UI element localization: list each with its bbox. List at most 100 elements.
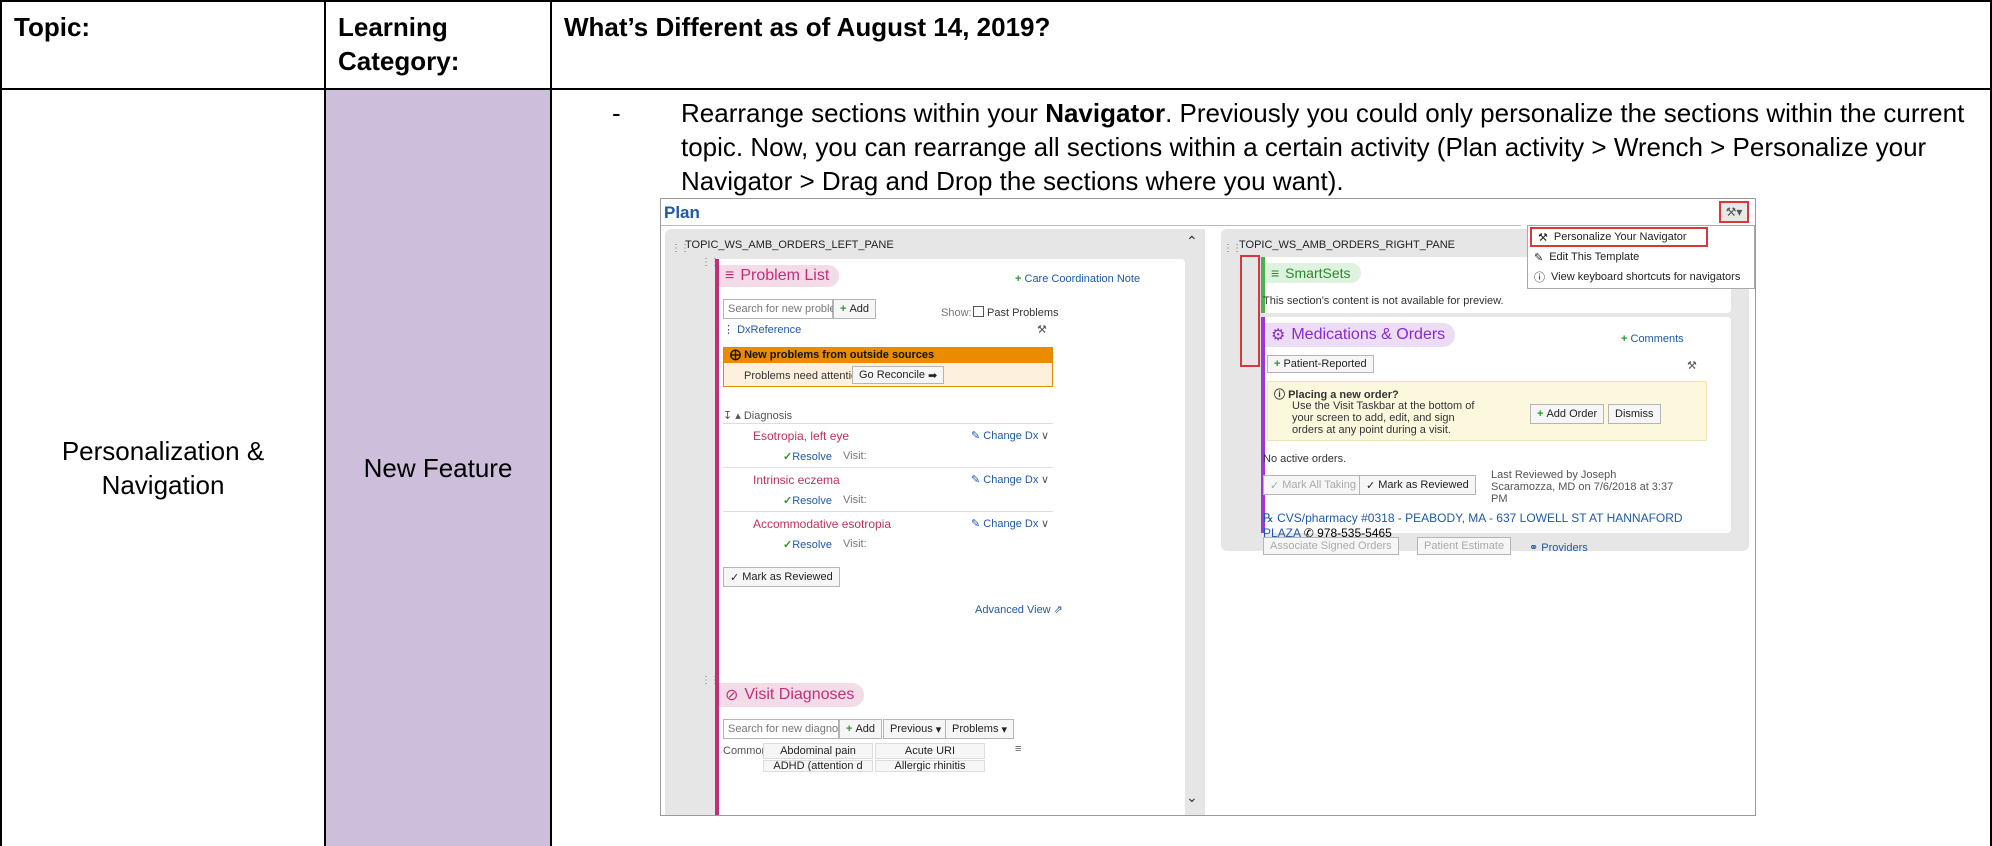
mark-all-taking-button[interactable]: ✓ Mark All Taking: [1263, 475, 1363, 495]
placing-order-message: Use the Visit Taskbar at the bottom of y…: [1292, 400, 1475, 436]
add-diagnosis-button[interactable]: + Add: [839, 719, 883, 739]
past-problems-checkbox[interactable]: [973, 306, 984, 317]
meds-mark-reviewed-button[interactable]: ✓ Mark as Reviewed: [1359, 475, 1476, 495]
associate-orders-button[interactable]: Associate Signed Orders: [1263, 537, 1399, 555]
meds-wrench-icon[interactable]: ⚒: [1687, 359, 1697, 372]
dismiss-button[interactable]: Dismiss: [1608, 404, 1661, 424]
right-pane-title: TOPIC_WS_AMB_ORDERS_RIGHT_PANE: [1239, 239, 1455, 251]
problems-dropdown[interactable]: Problems ▾: [945, 719, 1014, 739]
visit-diagnoses-card: ⊘ Visit Diagnoses Search for new diagnosi…: [715, 677, 1185, 815]
patient-estimate-button[interactable]: Patient Estimate: [1417, 537, 1512, 555]
go-reconcile-button[interactable]: Go Reconcile ➡: [852, 366, 945, 384]
diagnosis-header[interactable]: ↧ ▴ Diagnosis: [723, 409, 792, 422]
problem-name[interactable]: Accommodative esotropia: [753, 517, 891, 531]
dxreference-link[interactable]: ⋮ DxReference: [723, 323, 801, 336]
header-category-cell: Learning Category:: [324, 0, 552, 90]
last-reviewed-text: Last Reviewed by Joseph Scaramozza, MD o…: [1491, 469, 1674, 505]
topic-cell: Personalization & Navigation: [0, 88, 326, 846]
no-active-orders: No active orders.: [1263, 453, 1347, 465]
topic-text: Personalization & Navigation: [61, 436, 265, 500]
expand-icon[interactable]: ∨: [1041, 517, 1049, 530]
change-dx-link[interactable]: ✎ Change Dx: [971, 473, 1038, 486]
meds-icon: ⚙: [1271, 327, 1286, 344]
list-settings-icon[interactable]: ≡: [1015, 743, 1021, 755]
plan-divider: [661, 225, 1521, 226]
change-dx-link[interactable]: ✎ Change Dx: [971, 429, 1038, 442]
add-order-button[interactable]: + Add Order: [1530, 404, 1605, 424]
description-text: Rearrange sections within your Navigator…: [681, 96, 1992, 198]
problem-list-title: ≡ Problem List: [719, 265, 840, 287]
left-pane-title: TOPIC_WS_AMB_ORDERS_LEFT_PANE: [685, 239, 894, 251]
dx-option[interactable]: Acute URI: [875, 743, 985, 759]
not-available-text: This section's content is not available …: [1263, 295, 1504, 307]
plan-screenshot: Plan ⚒▾ ⋮⋮ TOPIC_WS_AMB_ORDERS_LEFT_PANE…: [660, 198, 1756, 816]
drag-handles-highlight[interactable]: [1240, 255, 1260, 367]
patient-reported-button[interactable]: + Patient-Reported: [1267, 355, 1374, 373]
smartsets-title: ≡ SmartSets: [1265, 263, 1361, 283]
dx-option[interactable]: Abdominal pain: [763, 743, 873, 759]
resolve-link[interactable]: ✓Resolve: [783, 494, 832, 507]
plan-title: Plan: [664, 203, 700, 222]
row-divider: [723, 467, 1053, 468]
advanced-view-link[interactable]: Advanced View ⇗: [975, 603, 1063, 616]
visit-dx-title: ⊘ Visit Diagnoses: [719, 683, 865, 707]
header-whats-different: What’s Different as of August 14, 2019?: [564, 12, 1051, 42]
category-cell: New Feature: [324, 88, 552, 846]
search-diagnosis-input[interactable]: Search for new diagnosis: [723, 719, 852, 739]
wrench-button[interactable]: ⚒▾: [1719, 201, 1749, 223]
header-whats-different-cell: What’s Different as of August 14, 2019?: [550, 0, 1992, 90]
dx-option[interactable]: Allergic rhinitis: [875, 760, 985, 772]
meds-orders-label: Medications & Orders: [1291, 326, 1446, 343]
wrench-menu: ⚒ Personalize Your Navigator ✎ Edit This T…: [1527, 225, 1755, 289]
mark-reviewed-button[interactable]: ✓ Mark as Reviewed: [723, 567, 840, 587]
header-topic: Topic:: [14, 12, 91, 42]
menu-edit-template[interactable]: ✎ Edit This Template: [1528, 247, 1754, 267]
collapse-up-icon[interactable]: ⌃: [1186, 233, 1198, 250]
common-label: Common: [723, 745, 768, 757]
add-problem-button[interactable]: + Add: [833, 299, 877, 319]
resolve-link[interactable]: ✓Resolve: [783, 538, 832, 551]
outside-sources-banner: ⨁ New problems from outside sources Prob…: [723, 347, 1053, 387]
wrench-small-icon[interactable]: ⚒: [1037, 323, 1047, 336]
header-topic-cell: Topic:: [0, 0, 326, 90]
care-coordination-link[interactable]: + Care Coordination Note: [1015, 273, 1140, 285]
meds-orders-title: ⚙ Medications & Orders: [1265, 323, 1456, 347]
expand-icon[interactable]: ∨: [1041, 473, 1049, 486]
expand-down-icon[interactable]: ⌄: [1186, 789, 1198, 806]
meds-bar: [1261, 317, 1265, 533]
dx-option[interactable]: ADHD (attention d: [763, 760, 873, 772]
problem-name[interactable]: Intrinsic eczema: [753, 473, 840, 487]
visit-label: Visit:: [843, 494, 867, 506]
providers-link[interactable]: ⚭ Providers: [1529, 541, 1588, 554]
meds-orders-card: ⚙ Medications & Orders + Comments + Patien…: [1261, 317, 1731, 540]
help-icon: ⓘ: [1534, 272, 1545, 284]
outside-sources-title: ⨁ New problems from outside sources: [724, 348, 1052, 363]
category-text: New Feature: [363, 453, 513, 483]
comments-link[interactable]: + Comments: [1621, 333, 1684, 345]
menu-keyboard-shortcuts[interactable]: ⓘ View keyboard shortcuts for navigators: [1528, 267, 1754, 287]
visit-label: Visit:: [843, 450, 867, 462]
problem-row[interactable]: Esotropia, left eye ✎ Change Dx ∨ ✓Resol…: [723, 425, 1053, 467]
problem-list-bar: [715, 259, 719, 687]
change-dx-link[interactable]: ✎ Change Dx: [971, 517, 1038, 530]
pane-splitter: [1201, 229, 1205, 815]
previous-dropdown[interactable]: Previous ▾: [883, 719, 949, 739]
expand-icon[interactable]: ∨: [1041, 429, 1049, 442]
problem-list-card: ≡ Problem List + Care Coordination Note S…: [715, 259, 1185, 687]
outside-message: Problems need attention.: [744, 370, 867, 382]
search-problem-input[interactable]: Search for new problem: [723, 299, 845, 319]
menu-personalize-navigator[interactable]: ⚒ Personalize Your Navigator: [1530, 227, 1708, 247]
wrench-icon: ⚒: [1538, 231, 1548, 244]
placing-order-banner: ⓘ Placing a new order? Use the Visit Tas…: [1267, 381, 1707, 441]
problem-name[interactable]: Esotropia, left eye: [753, 429, 849, 443]
bullet-dash: -: [612, 98, 621, 128]
visit-label: Visit:: [843, 538, 867, 550]
row-divider: [723, 423, 1053, 424]
problem-list-icon: ≡: [725, 267, 735, 284]
show-label: Show:: [941, 307, 972, 319]
problem-row[interactable]: Intrinsic eczema ✎ Change Dx ∨ ✓Resolve …: [723, 469, 1053, 511]
resolve-link[interactable]: ✓Resolve: [783, 450, 832, 463]
desc-pre: Rearrange sections within your: [681, 98, 1046, 128]
header-category: Learning Category:: [338, 12, 460, 76]
problem-row[interactable]: Accommodative esotropia ✎ Change Dx ∨ ✓R…: [723, 513, 1053, 555]
